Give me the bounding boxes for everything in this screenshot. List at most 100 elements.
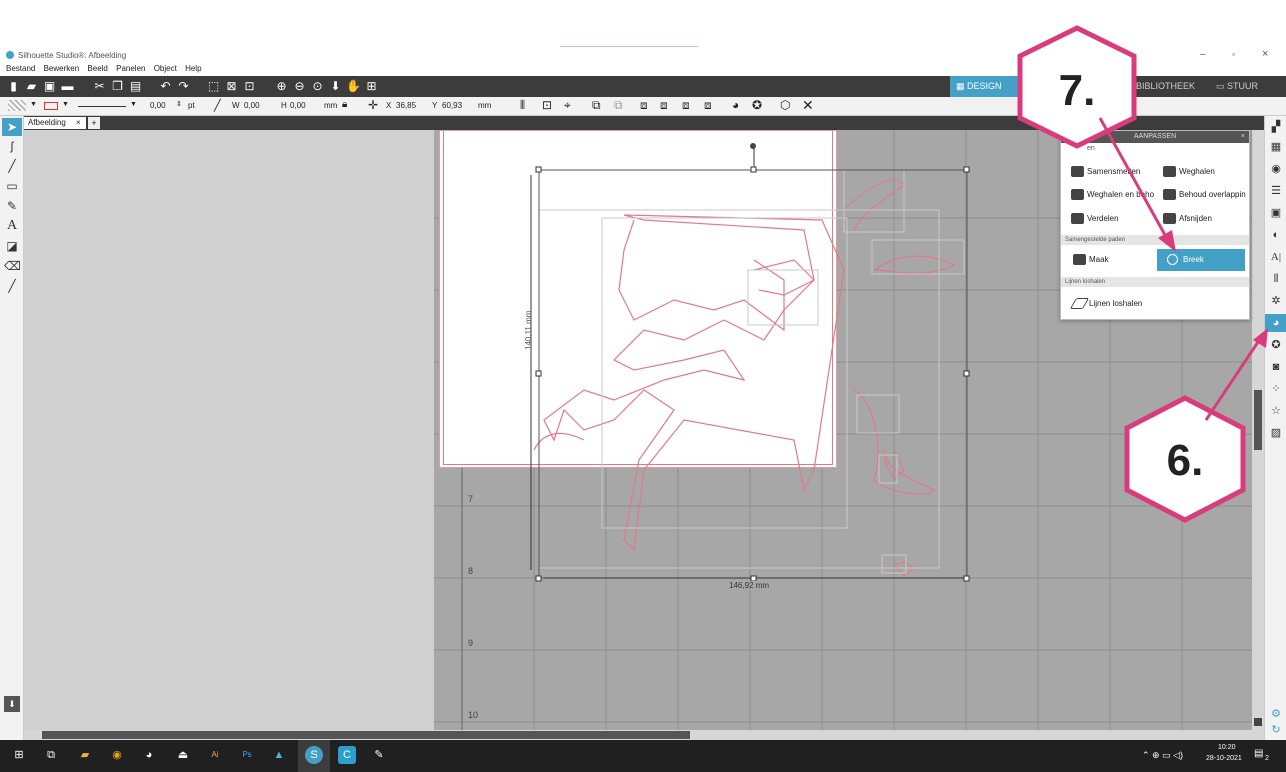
library-drawer-icon[interactable]: ⬇: [4, 696, 20, 712]
send-back-icon[interactable]: ⧈: [660, 98, 668, 113]
file-explorer-icon[interactable]: ▰: [76, 746, 94, 764]
text-tool-icon[interactable]: A: [4, 218, 20, 234]
send-backward-icon[interactable]: ⧈: [704, 98, 712, 113]
maximize-icon[interactable]: ▫: [1232, 49, 1235, 59]
center-page-icon[interactable]: ⌖: [564, 98, 571, 113]
app-icon-2[interactable]: ⏏: [174, 746, 192, 764]
horizontal-scroll-thumb[interactable]: [42, 731, 690, 739]
document-tab-close[interactable]: ×: [76, 118, 81, 127]
select-all-icon[interactable]: ⬚: [206, 79, 221, 94]
panel-close-button[interactable]: ×: [1241, 131, 1245, 143]
divide-button[interactable]: Verdelen: [1061, 210, 1157, 228]
knife-tool-icon[interactable]: ╱: [4, 278, 20, 294]
fill-pattern-icon[interactable]: ▣: [1268, 205, 1284, 221]
silhouette-app-icon[interactable]: S: [305, 746, 323, 764]
undo-icon[interactable]: ↶: [158, 79, 173, 94]
subtract-all-button[interactable]: Weghalen en beho: [1061, 186, 1157, 204]
fill-tool-icon[interactable]: ◪: [4, 238, 20, 254]
app-icon-5[interactable]: ✎: [370, 746, 388, 764]
trace-icon[interactable]: ◙: [1268, 359, 1284, 375]
zoom-in-icon[interactable]: ⊕: [274, 79, 289, 94]
photoshop-icon[interactable]: Ps: [238, 746, 256, 764]
line-style-icon[interactable]: ☰: [1268, 183, 1284, 199]
notification-icon[interactable]: ▤: [1254, 748, 1263, 759]
stroke-width-value[interactable]: 0,00: [150, 101, 166, 110]
line-tool-icon[interactable]: ╱: [214, 99, 221, 112]
app-icon-3[interactable]: ▲: [270, 746, 288, 764]
line-style-preview[interactable]: [78, 106, 126, 107]
add-tab-button[interactable]: +: [88, 117, 100, 129]
fill-color-icon[interactable]: ◉: [1268, 161, 1284, 177]
tray-icons[interactable]: ⌃ ⊕ ▭ ◁): [1142, 750, 1183, 761]
app-icon-1[interactable]: ◕: [140, 746, 158, 764]
replicate-icon[interactable]: ✲: [1268, 293, 1284, 309]
lock-aspect-icon[interactable]: 🔒︎: [342, 99, 347, 110]
align-panel-icon[interactable]: ⫴: [1268, 271, 1284, 287]
fill-pattern-swatch[interactable]: [8, 100, 26, 111]
group-icon[interactable]: ⧉: [592, 98, 601, 113]
chrome-icon[interactable]: ◉: [108, 746, 126, 764]
width-input[interactable]: 0,00: [244, 101, 260, 110]
offset-panel-icon[interactable]: ✪: [1268, 337, 1284, 353]
select-by-color-icon[interactable]: ⊡: [242, 79, 257, 94]
bring-forward-icon[interactable]: ⧈: [682, 98, 690, 113]
y-input[interactable]: 60,93: [442, 101, 462, 110]
tab-library[interactable]: BIBLIOTHEEK: [1130, 76, 1201, 97]
new-file-icon[interactable]: ▮: [6, 79, 21, 94]
bring-front-icon[interactable]: ⧈: [640, 98, 648, 113]
deselect-icon[interactable]: ⊠: [224, 79, 239, 94]
modify-panel-icon[interactable]: ◕: [1268, 315, 1284, 331]
vertical-scroll-thumb[interactable]: [1254, 390, 1262, 450]
release-lines-button[interactable]: Lijnen loshalen: [1063, 295, 1183, 313]
close-icon[interactable]: ×: [1262, 48, 1268, 60]
menu-object[interactable]: Object: [154, 64, 177, 73]
release-compound-button[interactable]: Breek: [1157, 249, 1245, 271]
page-setup-icon[interactable]: ▞: [1268, 119, 1284, 135]
rectangle-tool-icon[interactable]: ▭: [4, 178, 20, 194]
redo-icon[interactable]: ↷: [176, 79, 191, 94]
task-view-icon[interactable]: ⧉: [42, 746, 60, 764]
3d-cube-icon[interactable]: ⬡: [780, 98, 790, 112]
copy-icon[interactable]: ❐: [110, 79, 125, 94]
pencil-tool-icon[interactable]: ✎: [4, 198, 20, 214]
menu-bestand[interactable]: Bestand: [6, 64, 35, 73]
document-tab[interactable]: Afbeelding ×: [24, 117, 86, 129]
eraser-tool-icon[interactable]: ⌫: [4, 258, 21, 274]
stroke-stepper-icon[interactable]: ⇕: [176, 100, 182, 108]
print-icon[interactable]: ▬: [60, 79, 75, 94]
vertical-scrollbar[interactable]: [1252, 130, 1264, 730]
offset-icon[interactable]: ✪: [752, 98, 762, 112]
line-color-dropdown-icon[interactable]: ▼: [62, 101, 69, 108]
point-edit-icon[interactable]: ʃ: [4, 138, 20, 154]
fit-page-icon[interactable]: ⊞: [364, 79, 379, 94]
align-icon[interactable]: ⫴: [520, 98, 525, 113]
save-icon[interactable]: ▣: [42, 79, 57, 94]
height-input[interactable]: 0,00: [290, 101, 306, 110]
scroll-down-icon[interactable]: [1254, 718, 1262, 726]
app-icon-4[interactable]: C: [338, 746, 356, 764]
weld-button[interactable]: Samensmelten: [1061, 163, 1157, 181]
settings-gear-icon[interactable]: ⚙: [1268, 706, 1284, 722]
menu-help[interactable]: Help: [185, 64, 201, 73]
line-tool-icon[interactable]: ╱: [4, 158, 20, 174]
ungroup-icon[interactable]: ⧉: [614, 98, 623, 113]
x-input[interactable]: 36,85: [396, 101, 416, 110]
line-style-dropdown-icon[interactable]: ▼: [130, 101, 137, 108]
tab-send[interactable]: ▭ STUUR: [1210, 76, 1264, 97]
transparency-icon[interactable]: ◐: [1268, 227, 1284, 243]
menu-bewerken[interactable]: Bewerken: [44, 64, 80, 73]
select-arrow-icon[interactable]: ➤: [4, 119, 20, 135]
zoom-out-icon[interactable]: ⊖: [292, 79, 307, 94]
sketch-icon[interactable]: ⁘: [1268, 381, 1284, 397]
star-icon[interactable]: ☆: [1268, 403, 1284, 419]
make-compound-button[interactable]: Maak: [1063, 251, 1149, 269]
image-icon[interactable]: ▦: [1268, 139, 1284, 155]
crop-button[interactable]: Afsnijden: [1153, 210, 1249, 228]
horizontal-scrollbar[interactable]: [24, 730, 1264, 740]
pan-hand-icon[interactable]: ✋: [346, 79, 361, 94]
hatch-icon[interactable]: ▨: [1268, 425, 1284, 441]
paste-icon[interactable]: ▤: [128, 79, 143, 94]
minimize-icon[interactable]: –: [1200, 49, 1206, 60]
sync-icon[interactable]: ↻: [1268, 722, 1284, 738]
cut-icon[interactable]: ✂: [92, 79, 107, 94]
